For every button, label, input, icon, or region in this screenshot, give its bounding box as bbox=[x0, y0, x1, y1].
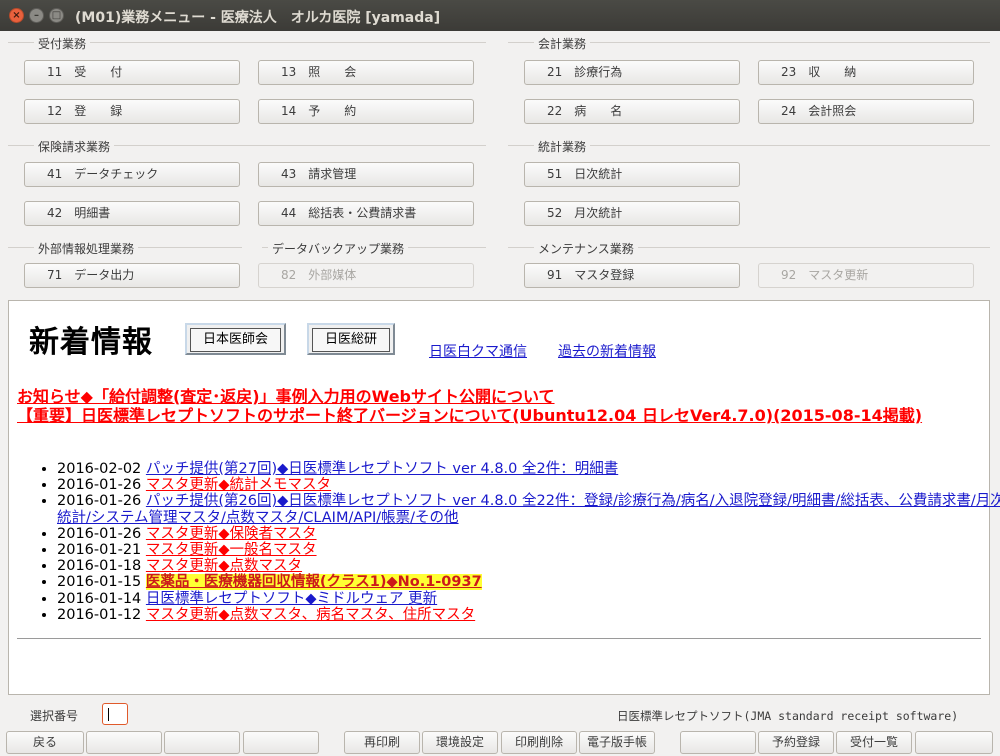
select-number-input[interactable] bbox=[102, 703, 128, 725]
window-title: (M01)業務メニュー - 医療法人 オルカ医院 [yamada] bbox=[75, 10, 441, 26]
list-item: 2016-02-02 パッチ提供(第27回)◆日医標準レセプトソフト ver 4… bbox=[57, 461, 1000, 477]
function-key-button[interactable] bbox=[915, 731, 993, 754]
function-key-button[interactable] bbox=[86, 731, 162, 754]
list-item: 2016-01-26 マスタ更新◆統計メモマスタ bbox=[57, 477, 1000, 493]
news-link[interactable]: マスタ更新◆点数マスタ bbox=[146, 558, 302, 574]
group-label-hoken: 保険請求業務 bbox=[34, 138, 115, 155]
menu-button-12-touroku[interactable]: 12 登 録 bbox=[24, 99, 240, 124]
news-link[interactable]: 日医標準レセプトソフト◆ミドルウェア 更新 bbox=[146, 591, 437, 607]
menu-button-91-master-touroku[interactable]: 91 マスタ登録 bbox=[524, 263, 740, 288]
close-window-icon[interactable]: × bbox=[9, 8, 24, 23]
group-label-kaikei: 会計業務 bbox=[534, 35, 591, 52]
list-item: 2016-01-26 マスタ更新◆保険者マスタ bbox=[57, 526, 1000, 542]
news-link[interactable]: マスタ更新◆一般名マスタ bbox=[146, 542, 317, 558]
group-label-toukei: 統計業務 bbox=[534, 138, 591, 155]
menu-button-22-byoumei[interactable]: 22 病 名 bbox=[524, 99, 740, 124]
menu-button-41-data-check[interactable]: 41 データチェック bbox=[24, 162, 240, 187]
menu-button-44-soukatsu[interactable]: 44 総括表・公費請求書 bbox=[258, 201, 474, 226]
software-name: 日医標準レセプトソフト(JMA standard receipt softwar… bbox=[617, 709, 959, 723]
list-item: 2016-01-15 医薬品・医療機器回収情報(クラス1)◆No.1-0937 bbox=[57, 574, 1000, 591]
news-title: 新着情報 bbox=[29, 325, 153, 360]
menu-button-43-seikyu-kanri[interactable]: 43 請求管理 bbox=[258, 162, 474, 187]
list-item: 2016-01-14 日医標準レセプトソフト◆ミドルウェア 更新 bbox=[57, 591, 1000, 607]
function-key-button[interactable] bbox=[164, 731, 240, 754]
print-delete-button[interactable]: 印刷削除 bbox=[501, 731, 577, 754]
past-news-link[interactable]: 過去の新着情報 bbox=[558, 341, 656, 361]
list-item: 2016-01-12 マスタ更新◆点数マスタ、病名マスタ、住所マスタ bbox=[57, 607, 1000, 623]
soken-button-label: 日医総研 bbox=[312, 328, 391, 352]
menu-button-11-uketsuke[interactable]: 11 受 付 bbox=[24, 60, 240, 85]
menu-button-23-shuunou[interactable]: 23 収 納 bbox=[758, 60, 974, 85]
news-link[interactable]: パッチ提供(第26回)◆日医標準レセプトソフト ver 4.8.0 全22件：登… bbox=[57, 493, 1000, 525]
list-item: 2016-01-18 マスタ更新◆点数マスタ bbox=[57, 558, 1000, 574]
maximize-window-icon[interactable]: □ bbox=[49, 8, 64, 23]
reprint-button[interactable]: 再印刷 bbox=[344, 731, 420, 754]
reception-list-button[interactable]: 受付一覧 bbox=[836, 731, 912, 754]
minimize-window-icon[interactable]: – bbox=[29, 8, 44, 23]
notice-link-support-end[interactable]: 【重要】日医標準レセプトソフトのサポート終了バージョンについて(Ubuntu12… bbox=[17, 407, 977, 424]
news-link[interactable]: マスタ更新◆点数マスタ、病名マスタ、住所マスタ bbox=[146, 607, 475, 623]
group-label-uketsuke: 受付業務 bbox=[34, 35, 91, 52]
news-link[interactable]: マスタ更新◆保険者マスタ bbox=[146, 526, 317, 542]
shirokuma-link[interactable]: 日医白クマ通信 bbox=[429, 341, 527, 361]
jma-button-label: 日本医師会 bbox=[190, 328, 282, 352]
group-label-backup: データバックアップ業務 bbox=[268, 240, 409, 257]
function-key-button[interactable] bbox=[243, 731, 319, 754]
news-link[interactable]: パッチ提供(第27回)◆日医標準レセプトソフト ver 4.8.0 全2件：明細… bbox=[146, 461, 618, 477]
notice-link-kyufu[interactable]: お知らせ◆「給付調整(査定･返戻)」事例入力用のWebサイト公開について bbox=[17, 388, 977, 405]
window-titlebar: × – □ (M01)業務メニュー - 医療法人 オルカ医院 [yamada] bbox=[0, 0, 1000, 31]
env-settings-button[interactable]: 環境設定 bbox=[422, 731, 498, 754]
menu-button-42-meisaisho[interactable]: 42 明細書 bbox=[24, 201, 240, 226]
list-item: 2016-01-21 マスタ更新◆一般名マスタ bbox=[57, 542, 1000, 558]
reservation-button[interactable]: 予約登録 bbox=[758, 731, 834, 754]
soken-button[interactable]: 日医総研 bbox=[307, 323, 396, 355]
menu-button-71-data-output[interactable]: 71 データ出力 bbox=[24, 263, 240, 288]
news-link[interactable]: マスタ更新◆統計メモマスタ bbox=[146, 477, 331, 493]
news-panel[interactable]: 新着情報 日本医師会 日医総研 日医白クマ通信 過去の新着情報 お知らせ◆「給付… bbox=[8, 300, 1000, 695]
list-item: 2016-01-26 パッチ提供(第26回)◆日医標準レセプトソフト ver 4… bbox=[57, 493, 1000, 525]
news-link-recall[interactable]: 医薬品・医療機器回収情報(クラス1)◆No.1-0937 bbox=[145, 574, 482, 591]
group-label-maintenance: メンテナンス業務 bbox=[534, 240, 638, 257]
menu-button-92-master-koushin: 92 マスタ更新 bbox=[758, 263, 974, 288]
news-divider bbox=[17, 638, 981, 639]
menu-button-14-yoyaku[interactable]: 14 予 約 bbox=[258, 99, 474, 124]
jma-button[interactable]: 日本医師会 bbox=[185, 323, 287, 355]
menu-button-51-nichiji-toukei[interactable]: 51 日次統計 bbox=[524, 162, 740, 187]
menu-button-52-getsuji-toukei[interactable]: 52 月次統計 bbox=[524, 201, 740, 226]
function-key-button[interactable] bbox=[680, 731, 756, 754]
group-label-gaibu: 外部情報処理業務 bbox=[34, 240, 139, 257]
news-list: 2016-02-02 パッチ提供(第27回)◆日医標準レセプトソフト ver 4… bbox=[37, 461, 1000, 623]
text-caret bbox=[108, 708, 109, 721]
e-manual-button[interactable]: 電子版手帳 bbox=[579, 731, 655, 754]
menu-button-13-shoukai[interactable]: 13 照 会 bbox=[258, 60, 474, 85]
select-number-label: 選択番号 bbox=[30, 709, 79, 723]
back-button[interactable]: 戻る bbox=[6, 731, 84, 754]
menu-button-82-gaibu-baitai: 82 外部媒体 bbox=[258, 263, 474, 288]
menu-button-24-kaikei-shoukai[interactable]: 24 会計照会 bbox=[758, 99, 974, 124]
menu-button-21-shinryo[interactable]: 21 診療行為 bbox=[524, 60, 740, 85]
